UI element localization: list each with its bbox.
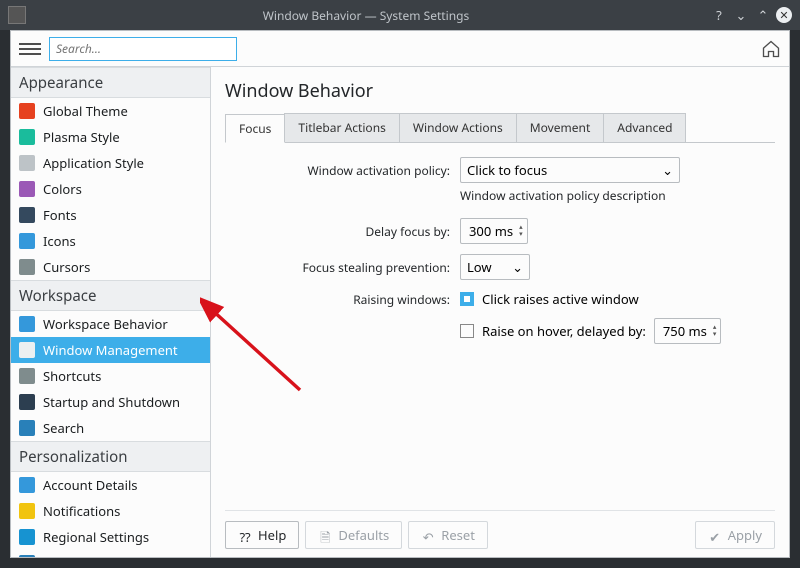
sidebar-item-label: Application Style — [43, 154, 144, 172]
close-icon[interactable]: ✕ — [776, 7, 792, 23]
tab-window-actions[interactable]: Window Actions — [399, 113, 517, 142]
minimize-icon[interactable]: ⌄ — [732, 6, 750, 24]
sidebar-item-icon — [19, 259, 35, 275]
sidebar-item-shortcuts[interactable]: Shortcuts — [11, 363, 210, 389]
sidebar-item-icon — [19, 103, 35, 119]
click-raises-checkbox[interactable] — [460, 292, 474, 306]
search-input[interactable] — [49, 37, 237, 61]
activation-policy-select[interactable]: Click to focus⌄ — [460, 157, 680, 183]
menu-icon[interactable] — [19, 38, 41, 60]
sidebar-item-label: Notifications — [43, 502, 120, 520]
sidebar-item-icons[interactable]: Icons — [11, 228, 210, 254]
sidebar-item-label: Search — [43, 419, 84, 437]
sidebar-item-fonts[interactable]: Fonts — [11, 202, 210, 228]
tab-focus[interactable]: Focus — [225, 114, 285, 143]
page-title: Window Behavior — [225, 79, 775, 103]
sidebar-item-workspace-behavior[interactable]: Workspace Behavior — [11, 311, 210, 337]
footer-buttons: ⁇Help 🗎Defaults ↶Reset ✔Apply — [225, 510, 775, 549]
sidebar-item-cursors[interactable]: Cursors — [11, 254, 210, 280]
sidebar-item-icon — [19, 368, 35, 384]
raise-hover-spinner[interactable]: 750 ms▴▾ — [654, 318, 722, 344]
tab-movement[interactable]: Movement — [516, 113, 605, 142]
chevron-down-icon: ⌄ — [662, 161, 673, 179]
sidebar-item-accessibility[interactable]: Accessibility — [11, 550, 210, 557]
sidebar-item-icon — [19, 155, 35, 171]
sidebar-item-label: Shortcuts — [43, 367, 101, 385]
sidebar-item-colors[interactable]: Colors — [11, 176, 210, 202]
sidebar-item-icon — [19, 555, 35, 557]
sidebar-item-icon — [19, 181, 35, 197]
activation-policy-desc: Window activation policy description — [460, 187, 775, 204]
sidebar-item-label: Colors — [43, 180, 82, 198]
sidebar-item-regional-settings[interactable]: Regional Settings — [11, 524, 210, 550]
focus-stealing-select[interactable]: Low⌄ — [460, 254, 530, 280]
spinner-arrows-icon[interactable]: ▴▾ — [713, 324, 717, 338]
sidebar-item-label: Workspace Behavior — [43, 315, 168, 333]
main-window: Appearance Global Theme Plasma Style Applic… — [10, 30, 790, 558]
sidebar-item-icon — [19, 503, 35, 519]
sidebar-item-icon — [19, 529, 35, 545]
activation-policy-label: Window activation policy: — [225, 162, 450, 179]
help-icon[interactable]: ? — [710, 6, 728, 24]
sidebar-category: Workspace — [11, 280, 210, 311]
check-icon: ✔ — [708, 528, 722, 542]
window-title: Window Behavior — System Settings — [26, 7, 706, 24]
sidebar-item-icon — [19, 233, 35, 249]
delay-focus-spinner[interactable]: 300 ms▴▾ — [460, 218, 528, 244]
sidebar-item-icon — [19, 477, 35, 493]
sidebar-item-label: Cursors — [43, 258, 90, 276]
help-button[interactable]: ⁇Help — [225, 521, 299, 549]
reset-button[interactable]: ↶Reset — [408, 521, 488, 549]
spinner-arrows-icon[interactable]: ▴▾ — [519, 224, 523, 238]
titlebar: Window Behavior — System Settings ? ⌄ ⌃ … — [0, 0, 800, 30]
document-icon: 🗎 — [318, 528, 332, 542]
click-raises-label: Click raises active window — [482, 290, 639, 308]
sidebar-item-icon — [19, 420, 35, 436]
settings-form: Window activation policy: Click to focus… — [225, 157, 775, 344]
sidebar-category: Appearance — [11, 67, 210, 98]
app-icon — [8, 6, 26, 24]
tab-bar: FocusTitlebar ActionsWindow ActionsMovem… — [225, 113, 775, 143]
sidebar-item-icon — [19, 316, 35, 332]
sidebar-item-label: Window Management — [43, 341, 178, 359]
chevron-down-icon: ⌄ — [512, 258, 523, 276]
sidebar-item-icon — [19, 342, 35, 358]
raise-hover-label: Raise on hover, delayed by: — [482, 322, 646, 340]
sidebar-item-label: Fonts — [43, 206, 77, 224]
raise-hover-checkbox[interactable] — [460, 324, 474, 338]
sidebar-item-global-theme[interactable]: Global Theme — [11, 98, 210, 124]
maximize-icon[interactable]: ⌃ — [754, 6, 772, 24]
tab-advanced[interactable]: Advanced — [603, 113, 686, 142]
sidebar-item-icon — [19, 207, 35, 223]
sidebar-item-icon — [19, 394, 35, 410]
raising-windows-label: Raising windows: — [225, 291, 450, 308]
sidebar[interactable]: Appearance Global Theme Plasma Style Applic… — [11, 67, 211, 557]
focus-stealing-label: Focus stealing prevention: — [225, 259, 450, 276]
sidebar-item-account-details[interactable]: Account Details — [11, 472, 210, 498]
help-icon: ⁇ — [238, 528, 252, 542]
toolbar — [11, 31, 789, 67]
tab-titlebar-actions[interactable]: Titlebar Actions — [284, 113, 399, 142]
sidebar-item-label: Account Details — [43, 476, 138, 494]
defaults-button[interactable]: 🗎Defaults — [305, 521, 402, 549]
sidebar-item-startup-and-shutdown[interactable]: Startup and Shutdown — [11, 389, 210, 415]
sidebar-item-application-style[interactable]: Application Style — [11, 150, 210, 176]
sidebar-item-window-management[interactable]: Window Management — [11, 337, 210, 363]
sidebar-item-label: Accessibility — [43, 554, 116, 557]
home-icon[interactable] — [761, 39, 781, 59]
sidebar-item-icon — [19, 129, 35, 145]
sidebar-item-search[interactable]: Search — [11, 415, 210, 441]
sidebar-item-plasma-style[interactable]: Plasma Style — [11, 124, 210, 150]
sidebar-category: Personalization — [11, 441, 210, 472]
apply-button[interactable]: ✔Apply — [695, 521, 775, 549]
undo-icon: ↶ — [421, 528, 435, 542]
sidebar-item-notifications[interactable]: Notifications — [11, 498, 210, 524]
sidebar-item-label: Plasma Style — [43, 128, 120, 146]
sidebar-item-label: Startup and Shutdown — [43, 393, 180, 411]
sidebar-item-label: Icons — [43, 232, 76, 250]
content-pane: Window Behavior FocusTitlebar ActionsWin… — [211, 67, 789, 557]
sidebar-item-label: Global Theme — [43, 102, 128, 120]
sidebar-item-label: Regional Settings — [43, 528, 149, 546]
delay-focus-label: Delay focus by: — [225, 223, 450, 240]
